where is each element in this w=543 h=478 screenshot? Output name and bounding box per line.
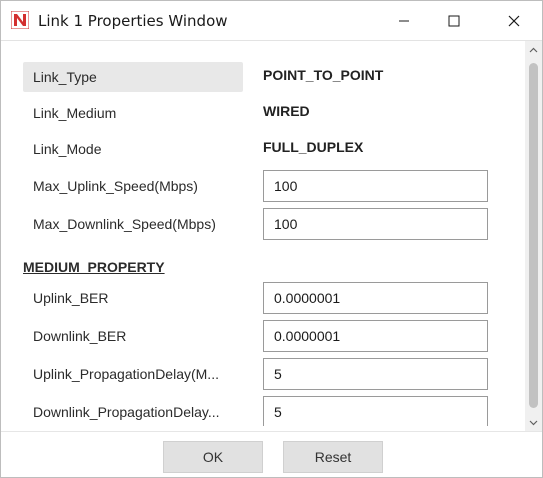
property-label-max-uplink-speed[interactable]: Max_Uplink_Speed(Mbps): [23, 171, 243, 201]
minimize-icon: [399, 20, 409, 21]
title-bar[interactable]: Link 1 Properties Window: [1, 1, 542, 41]
close-icon: [508, 15, 520, 26]
netsim-n-logo-icon: [11, 11, 29, 29]
maximize-button[interactable]: [431, 1, 477, 40]
property-label-link-type[interactable]: Link_Type: [23, 62, 243, 92]
vertical-scrollbar[interactable]: [525, 41, 542, 431]
property-label-downlink-ber[interactable]: Downlink_BER: [23, 321, 243, 351]
downlink-ber-input[interactable]: [263, 320, 488, 352]
property-value-link-medium: WIRED: [263, 103, 310, 119]
window-title: Link 1 Properties Window: [38, 12, 228, 30]
property-label-downlink-propagation-delay[interactable]: Downlink_PropagationDelay...: [23, 397, 243, 426]
scroll-down-button[interactable]: [525, 414, 542, 431]
properties-panel: Link_Type POINT_TO_POINT Link_Medium WIR…: [1, 41, 525, 426]
property-label-uplink-ber[interactable]: Uplink_BER: [23, 283, 243, 313]
section-heading-medium-property: MEDIUM_PROPERTY: [23, 259, 165, 275]
reset-button[interactable]: Reset: [283, 441, 383, 473]
property-label-max-downlink-speed[interactable]: Max_Downlink_Speed(Mbps): [23, 209, 243, 239]
max-uplink-speed-input[interactable]: [263, 170, 488, 202]
chevron-down-icon: [529, 420, 538, 425]
properties-window: Link 1 Properties Window Link_Type POINT…: [0, 0, 543, 478]
scroll-up-button[interactable]: [525, 41, 542, 58]
minimize-button[interactable]: [381, 1, 427, 40]
max-downlink-speed-input[interactable]: [263, 208, 488, 240]
property-label-link-mode[interactable]: Link_Mode: [23, 134, 243, 164]
ok-button[interactable]: OK: [163, 441, 263, 473]
scrollbar-thumb[interactable]: [529, 63, 538, 408]
property-value-link-mode: FULL_DUPLEX: [263, 139, 364, 155]
maximize-icon: [448, 15, 460, 26]
dialog-footer: OK Reset: [1, 431, 542, 477]
property-value-link-type: POINT_TO_POINT: [263, 67, 384, 83]
uplink-ber-input[interactable]: [263, 282, 488, 314]
uplink-propagation-delay-input[interactable]: [263, 358, 488, 390]
close-button[interactable]: [491, 1, 537, 40]
property-label-uplink-propagation-delay[interactable]: Uplink_PropagationDelay(M...: [23, 359, 243, 389]
chevron-up-icon: [529, 47, 538, 52]
downlink-propagation-delay-input[interactable]: [263, 396, 488, 426]
property-label-link-medium[interactable]: Link_Medium: [23, 98, 243, 128]
